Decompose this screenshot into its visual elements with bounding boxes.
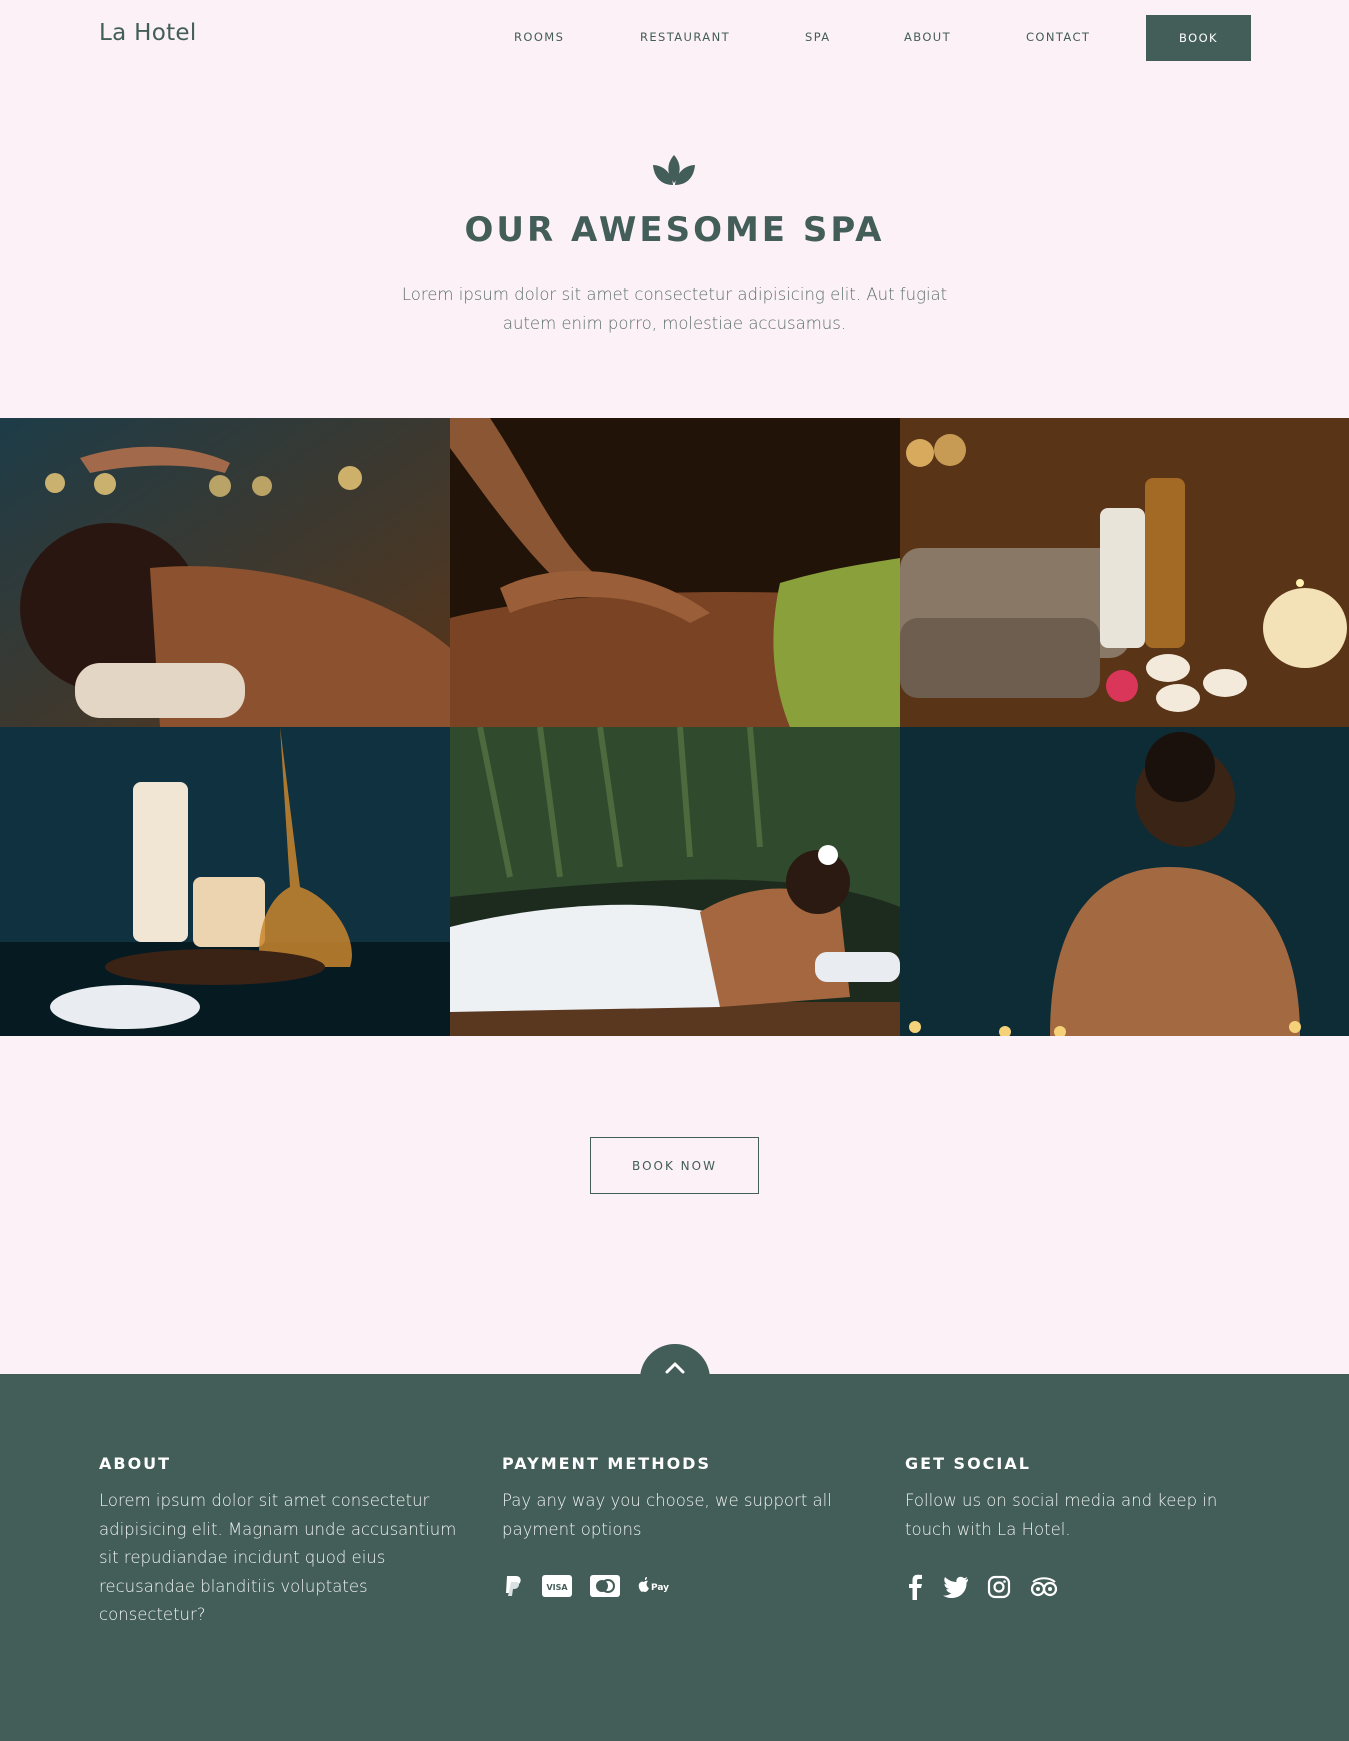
- gallery-image-spa-products: [900, 418, 1349, 727]
- svg-text:Pay: Pay: [651, 1583, 669, 1593]
- facebook-icon[interactable]: [905, 1574, 925, 1600]
- nav-rooms[interactable]: ROOMS: [514, 30, 564, 44]
- nav-restaurant[interactable]: RESTAURANT: [640, 30, 730, 44]
- twitter-icon[interactable]: [943, 1576, 969, 1598]
- tripadvisor-icon[interactable]: [1029, 1576, 1059, 1598]
- site-footer: ABOUT Lorem ipsum dolor sit amet consect…: [0, 1374, 1349, 1741]
- site-header: La Hotel ROOMS RESTAURANT SPA ABOUT CONT…: [0, 0, 1349, 74]
- footer-social-text: Follow us on social media and keep in to…: [905, 1491, 1218, 1539]
- nav-contact[interactable]: CONTACT: [1026, 30, 1090, 44]
- chevron-up-icon: [665, 1362, 685, 1374]
- logo[interactable]: La Hotel: [99, 20, 197, 46]
- gallery-image-relaxing: [450, 727, 900, 1036]
- footer-payment: PAYMENT METHODS Pay any way you choose, …: [502, 1454, 842, 1598]
- visa-icon: VISA: [542, 1575, 572, 1597]
- footer-about-text: Lorem ipsum dolor sit amet consectetur a…: [99, 1491, 457, 1624]
- lotus-icon: [653, 155, 695, 185]
- hero-subtitle: Lorem ipsum dolor sit amet consectetur a…: [401, 285, 948, 333]
- page-title: OUR AWESOME SPA: [464, 210, 885, 250]
- spa-gallery: [0, 418, 1349, 1037]
- gallery-image-shoulder: [900, 727, 1349, 1036]
- mastercard-icon: [590, 1575, 620, 1597]
- scroll-top-button[interactable]: [640, 1344, 710, 1414]
- gallery-image-reiki: [0, 418, 450, 727]
- instagram-icon[interactable]: [987, 1575, 1011, 1599]
- book-now-button[interactable]: BOOK NOW: [590, 1137, 759, 1194]
- footer-social-title: GET SOCIAL: [905, 1454, 1031, 1473]
- nav-spa[interactable]: SPA: [805, 30, 831, 44]
- payment-icons: VISA Pay: [502, 1574, 842, 1598]
- gallery-image-massage: [450, 418, 900, 727]
- nav-about[interactable]: ABOUT: [904, 30, 951, 44]
- social-icons: [905, 1574, 1245, 1600]
- footer-about-title: ABOUT: [99, 1454, 172, 1473]
- gallery-image-candles: [0, 727, 450, 1036]
- apple-pay-icon: Pay: [638, 1575, 672, 1597]
- paypal-icon: [502, 1574, 524, 1598]
- footer-payment-title: PAYMENT METHODS: [502, 1454, 711, 1473]
- footer-payment-text: Pay any way you choose, we support all p…: [502, 1491, 832, 1539]
- svg-text:VISA: VISA: [546, 1583, 568, 1592]
- footer-social: GET SOCIAL Follow us on social media and…: [905, 1454, 1245, 1600]
- footer-about: ABOUT Lorem ipsum dolor sit amet consect…: [99, 1454, 459, 1630]
- book-button[interactable]: BOOK: [1146, 15, 1251, 61]
